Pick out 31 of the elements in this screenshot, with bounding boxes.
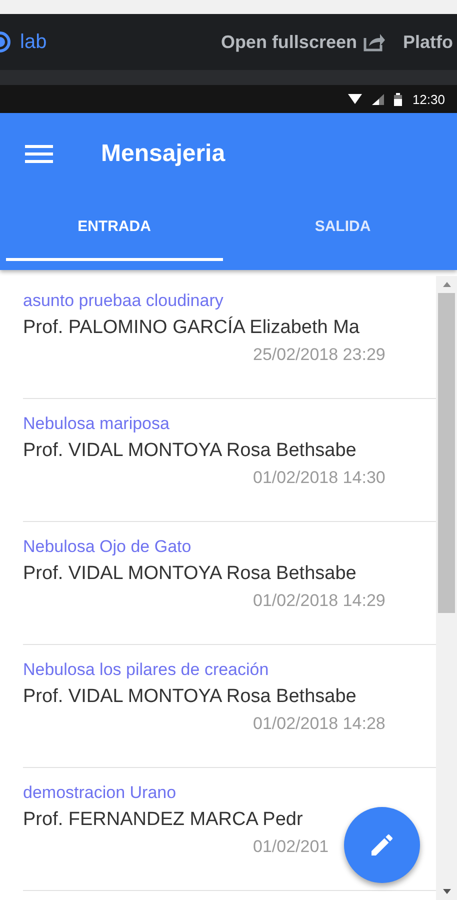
- message-sender: Prof. VIDAL MONTOYA Rosa Bethsabe: [23, 686, 358, 708]
- scrollbar[interactable]: [436, 276, 457, 900]
- wifi-icon: [348, 94, 362, 104]
- compose-button[interactable]: [344, 807, 420, 883]
- platform-link[interactable]: Platfo: [402, 32, 453, 52]
- scrollbar-thumb[interactable]: [438, 293, 455, 613]
- signal-icon: [372, 94, 384, 104]
- message-subject: demostracion Urano: [23, 783, 178, 803]
- scroll-down-icon[interactable]: [442, 889, 450, 894]
- message-subject: Nebulosa los pilares de creación: [23, 660, 270, 680]
- scroll-up-icon[interactable]: [442, 282, 450, 287]
- logo-text: lab: [20, 30, 47, 54]
- message-subject: asunto pruebaa cloudinary: [23, 291, 224, 311]
- battery-icon: [394, 92, 402, 106]
- status-time: 12:30: [412, 92, 445, 106]
- message-date: 01/02/2018 14:30: [253, 468, 386, 488]
- message-subject: Nebulosa mariposa: [23, 414, 170, 434]
- page-title: Mensajeria: [101, 140, 226, 168]
- tab[interactable]: ENTRADA: [6, 195, 222, 261]
- message-sender: Prof. VIDAL MONTOYA Rosa Bethsabe: [23, 440, 358, 462]
- open-fullscreen-link[interactable]: Open fullscreen: [220, 32, 357, 52]
- message-subject: Nebulosa Ojo de Gato: [23, 537, 192, 557]
- message-sender: Prof. PALOMINO GARCÍA Elizabeth Ma: [23, 317, 360, 339]
- message-date: 01/02/201: [253, 837, 329, 857]
- message-date: 01/02/2018 14:28: [253, 714, 386, 734]
- share-icon[interactable]: [362, 32, 385, 52]
- message-sender: Prof. FERNANDEZ MARCA Pedr: [23, 809, 304, 831]
- menu-icon[interactable]: [25, 144, 53, 164]
- message-date: 25/02/2018 23:29: [253, 345, 386, 365]
- message-sender: Prof. VIDAL MONTOYA Rosa Bethsabe: [23, 563, 358, 585]
- message-date: 01/02/2018 14:29: [253, 591, 386, 611]
